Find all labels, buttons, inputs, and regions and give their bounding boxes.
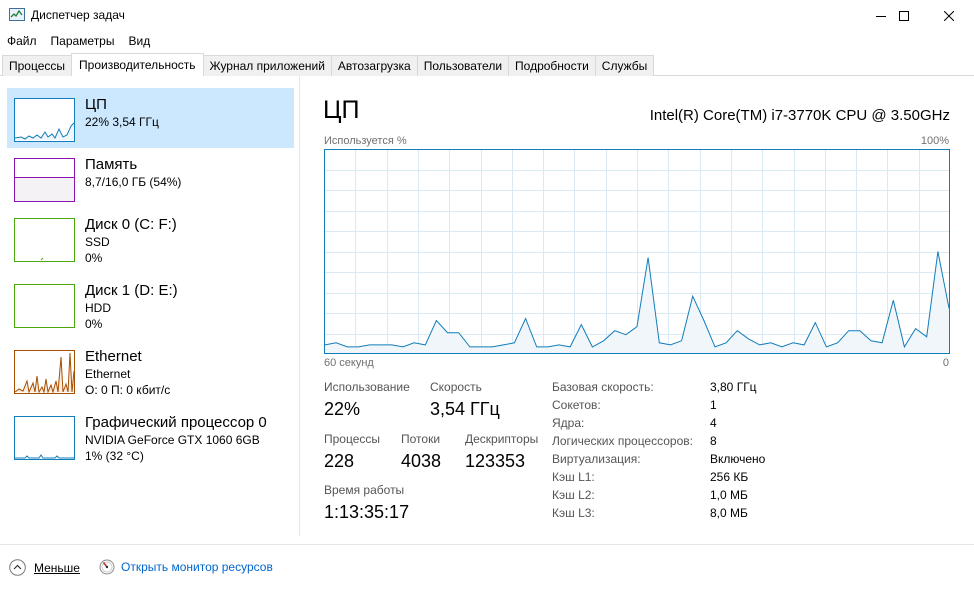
graph-ymax: 100% — [920, 135, 949, 147]
disk0-thumbnail — [14, 218, 75, 262]
info-value-virtualization: Включено — [710, 452, 766, 466]
info-label-l2-cache: Кэш L2: — [552, 488, 595, 502]
tab-users[interactable]: Пользователи — [416, 55, 510, 76]
menu-file[interactable]: Файл — [0, 32, 44, 50]
sidebar-item-usage: 0% — [85, 251, 103, 265]
window-title: Диспетчер задач — [31, 8, 125, 22]
sidebar-item-detail: HDD — [85, 301, 111, 315]
speed-value: 3,54 ГГц — [430, 399, 500, 419]
sidebar-item-cpu[interactable]: ЦП 22% 3,54 ГГц — [7, 88, 294, 148]
task-manager-app-icon — [9, 8, 25, 21]
threads-label: Потоки — [401, 432, 441, 446]
sidebar-item-gpu0[interactable]: Графический процессор 0 NVIDIA GeForce G… — [7, 406, 294, 466]
memory-thumbnail — [14, 158, 75, 202]
usage-label: Использование — [324, 380, 410, 394]
fewer-details-button[interactable]: Меньше — [9, 559, 80, 576]
tab-app-history[interactable]: Журнал приложений — [202, 55, 332, 76]
info-label-base-speed: Базовая скорость: — [552, 380, 654, 394]
chevron-up-circle-icon — [9, 559, 26, 576]
ethernet-thumbnail — [14, 350, 75, 394]
sidebar-item-title: Память — [85, 156, 138, 173]
sidebar-item-ethernet[interactable]: Ethernet Ethernet О: 0 П: 0 кбит/с — [7, 340, 294, 400]
sidebar-item-usage: 0% — [85, 317, 103, 331]
close-icon — [944, 10, 954, 21]
threads-value: 4038 — [401, 451, 442, 471]
open-resource-monitor-label: Открыть монитор ресурсов — [121, 560, 273, 574]
tab-details[interactable]: Подробности — [508, 55, 596, 76]
sidebar-item-disk1[interactable]: Диск 1 (D: E:) HDD 0% — [7, 274, 294, 334]
info-label-cores: Ядра: — [552, 416, 585, 430]
menu-view[interactable]: Вид — [121, 32, 157, 50]
speed-label: Скорость — [430, 380, 482, 394]
resource-sidebar: ЦП 22% 3,54 ГГц Память 8,7/16,0 ГБ (54%)… — [0, 76, 300, 536]
info-value-sockets: 1 — [710, 398, 717, 412]
tab-performance[interactable]: Производительность — [71, 53, 204, 76]
tab-processes[interactable]: Процессы — [2, 55, 73, 76]
tab-startup[interactable]: Автозагрузка — [330, 55, 418, 76]
sidebar-item-memory[interactable]: Память 8,7/16,0 ГБ (54%) — [7, 148, 294, 208]
info-value-logical-processors: 8 — [710, 434, 717, 448]
handles-label: Дескрипторы — [465, 432, 539, 446]
info-label-l1-cache: Кэш L1: — [552, 470, 595, 484]
cpu-thumbnail — [14, 98, 75, 142]
processes-label: Процессы — [324, 432, 381, 446]
sidebar-item-title: Диск 0 (C: F:) — [85, 216, 177, 233]
processes-value: 228 — [324, 451, 355, 471]
sidebar-item-usage: 1% (32 °C) — [85, 449, 144, 463]
sidebar-item-disk0[interactable]: Диск 0 (C: F:) SSD 0% — [7, 208, 294, 268]
sidebar-item-detail: 22% 3,54 ГГц — [85, 115, 159, 129]
info-label-logical-processors: Логических процессоров: — [552, 434, 693, 448]
sidebar-item-title: Ethernet — [85, 348, 142, 365]
uptime-label: Время работы — [324, 483, 405, 497]
menu-bar: Файл Параметры Вид — [0, 32, 157, 50]
sidebar-item-detail: Ethernet — [85, 367, 131, 381]
usage-value: 22% — [324, 399, 361, 419]
info-label-l3-cache: Кэш L3: — [552, 506, 595, 520]
disk1-thumbnail — [14, 284, 75, 328]
tab-strip: Процессы Производительность Журнал прило… — [2, 53, 655, 76]
info-value-l3-cache: 8,0 МБ — [710, 506, 748, 520]
cpu-model-name: Intel(R) Core(TM) i7-3770K CPU @ 3.50GHz — [649, 107, 950, 124]
sidebar-item-detail: 8,7/16,0 ГБ (54%) — [85, 175, 182, 189]
close-button[interactable] — [926, 0, 972, 31]
maximize-icon — [899, 10, 909, 21]
graph-ymin: 0 — [942, 357, 949, 369]
cpu-usage-graph — [324, 149, 950, 354]
handles-value: 123353 — [465, 451, 526, 471]
graph-time-span: 60 секунд — [324, 357, 374, 369]
open-resource-monitor-link[interactable]: Открыть монитор ресурсов — [99, 559, 273, 575]
tab-services[interactable]: Службы — [594, 55, 655, 76]
sidebar-item-title: Графический процессор 0 — [85, 414, 267, 431]
sidebar-item-title: ЦП — [85, 96, 107, 113]
info-value-cores: 4 — [710, 416, 717, 430]
info-label-virtualization: Виртуализация: — [552, 452, 641, 466]
info-label-sockets: Сокетов: — [552, 398, 601, 412]
gpu0-thumbnail — [14, 416, 75, 460]
title-bar: Диспетчер задач — [0, 0, 974, 31]
page-title: ЦП — [323, 96, 360, 124]
info-value-l2-cache: 1,0 МБ — [710, 488, 748, 502]
fewer-details-label: Меньше — [34, 560, 80, 575]
resource-monitor-icon — [99, 559, 115, 575]
info-value-l1-cache: 256 КБ — [710, 470, 749, 484]
sidebar-item-usage: О: 0 П: 0 кбит/с — [85, 383, 171, 397]
footer-divider — [0, 544, 974, 545]
maximize-button[interactable] — [881, 0, 927, 31]
menu-options[interactable]: Параметры — [44, 32, 122, 50]
sidebar-item-title: Диск 1 (D: E:) — [85, 282, 178, 299]
info-value-base-speed: 3,80 ГГц — [710, 380, 757, 394]
uptime-value: 1:13:35:17 — [324, 502, 410, 522]
sidebar-item-detail: SSD — [85, 235, 110, 249]
sidebar-item-detail: NVIDIA GeForce GTX 1060 6GB — [85, 433, 260, 447]
graph-ylabel: Используется % — [324, 135, 407, 147]
